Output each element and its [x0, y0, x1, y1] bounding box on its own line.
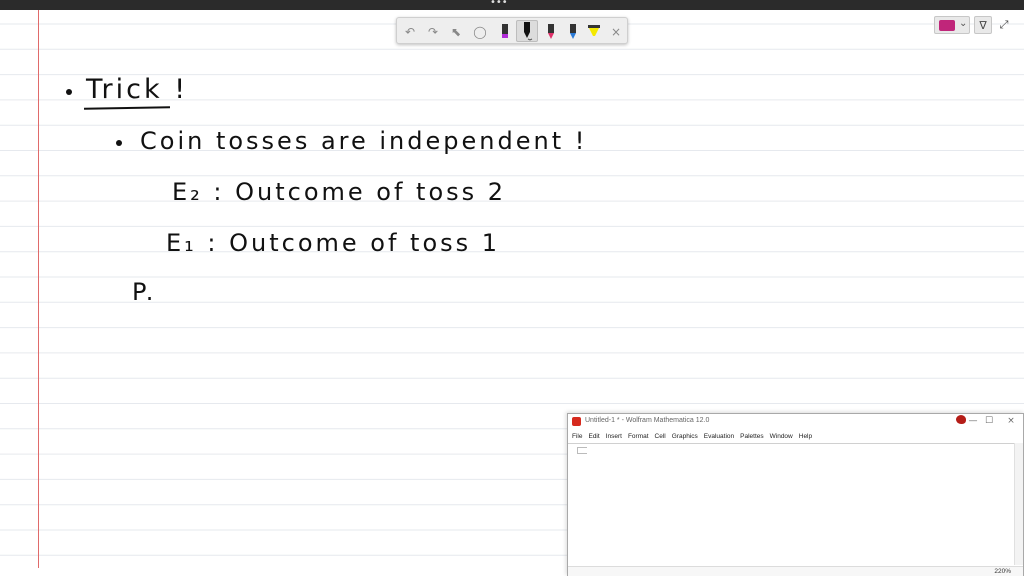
mathematica-titlebar[interactable]: Untitled-1 * - Wolfram Mathematica 12.0 …: [568, 414, 1023, 430]
undo-icon: ↶: [404, 24, 416, 39]
undo-button[interactable]: ↶: [399, 18, 421, 45]
menu-palettes[interactable]: Palettes: [737, 431, 767, 442]
menu-insert[interactable]: Insert: [603, 431, 625, 442]
pen-red-icon: [548, 23, 554, 39]
color-swatch: [939, 20, 955, 31]
note-line: E₁ : Outcome of toss 1: [166, 229, 501, 257]
menu-graphics[interactable]: Graphics: [669, 431, 701, 442]
pen-black-icon: [524, 22, 533, 41]
top-window-bar: •••: [0, 0, 1024, 10]
mathematica-window[interactable]: Untitled-1 * - Wolfram Mathematica 12.0 …: [567, 413, 1024, 576]
maximize-button[interactable]: ☐: [982, 415, 996, 427]
close-icon: ×: [1007, 416, 1015, 426]
menu-format[interactable]: Format: [625, 431, 652, 442]
wolfram-logo-icon: [572, 417, 581, 426]
note-line: P.: [132, 278, 157, 306]
chevron-down-icon: ⌄: [959, 18, 968, 29]
redo-button[interactable]: ↷: [422, 18, 444, 45]
bullet: [66, 89, 72, 95]
highlighter-yellow-button[interactable]: [583, 18, 605, 45]
highlighter-icon: [588, 24, 600, 36]
select-tool-button[interactable]: ⬉: [445, 18, 467, 45]
pen-purple-button[interactable]: [494, 18, 516, 45]
menu-evaluation[interactable]: Evaluation: [701, 431, 737, 442]
drawing-toolbar: ↶ ↷ ⬉ ◯ ×: [396, 17, 628, 44]
expand-button[interactable]: ⤢: [996, 16, 1012, 34]
pen-blue-icon: [570, 23, 576, 39]
pen-purple-icon: [502, 23, 508, 38]
close-window-button[interactable]: ×: [1004, 415, 1018, 427]
note-line: Coin tosses are independent !: [140, 127, 588, 155]
cell-insertion-point[interactable]: [577, 447, 587, 454]
menu-edit[interactable]: Edit: [585, 431, 602, 442]
bullet: [116, 140, 122, 146]
minimize-button[interactable]: —: [966, 415, 980, 427]
menu-bar: File Edit Insert Format Cell Graphics Ev…: [568, 431, 1023, 442]
redo-icon: ↷: [427, 24, 439, 39]
pen-black-button[interactable]: [516, 20, 538, 42]
pen-blue-button[interactable]: [562, 18, 584, 45]
vertical-scrollbar[interactable]: [1014, 443, 1023, 565]
window-title: Untitled-1 * - Wolfram Mathematica 12.0: [585, 417, 710, 424]
close-icon: ×: [610, 24, 622, 39]
maximize-icon: ☐: [984, 416, 994, 426]
minimize-icon: —: [968, 416, 978, 426]
cursor-icon: ⬉: [450, 24, 462, 39]
color-dropdown[interactable]: ⌄: [934, 16, 970, 34]
menu-help[interactable]: Help: [796, 431, 815, 442]
menu-window[interactable]: Window: [767, 431, 796, 442]
note-heading: Trick !: [86, 74, 189, 105]
lasso-icon: ◯: [473, 24, 487, 39]
note-line: E₂ : Outcome of toss 2: [172, 178, 507, 206]
window-menu-dots[interactable]: •••: [490, 0, 508, 8]
bird-icon: [956, 415, 966, 424]
pen-red-button[interactable]: [540, 18, 562, 45]
status-bar: 220%: [568, 566, 1023, 576]
menu-file[interactable]: File: [568, 431, 585, 442]
margin-line: [38, 10, 39, 568]
filter-icon: ∇: [979, 19, 987, 32]
lasso-tool-button[interactable]: ◯: [469, 18, 491, 45]
expand-icon: ⤢: [999, 18, 1009, 31]
close-toolbar-button[interactable]: ×: [605, 18, 627, 45]
menu-cell[interactable]: Cell: [652, 431, 669, 442]
zoom-level[interactable]: 220%: [994, 568, 1011, 575]
filter-button[interactable]: ∇: [974, 16, 992, 34]
notebook-document[interactable]: [568, 443, 1023, 566]
